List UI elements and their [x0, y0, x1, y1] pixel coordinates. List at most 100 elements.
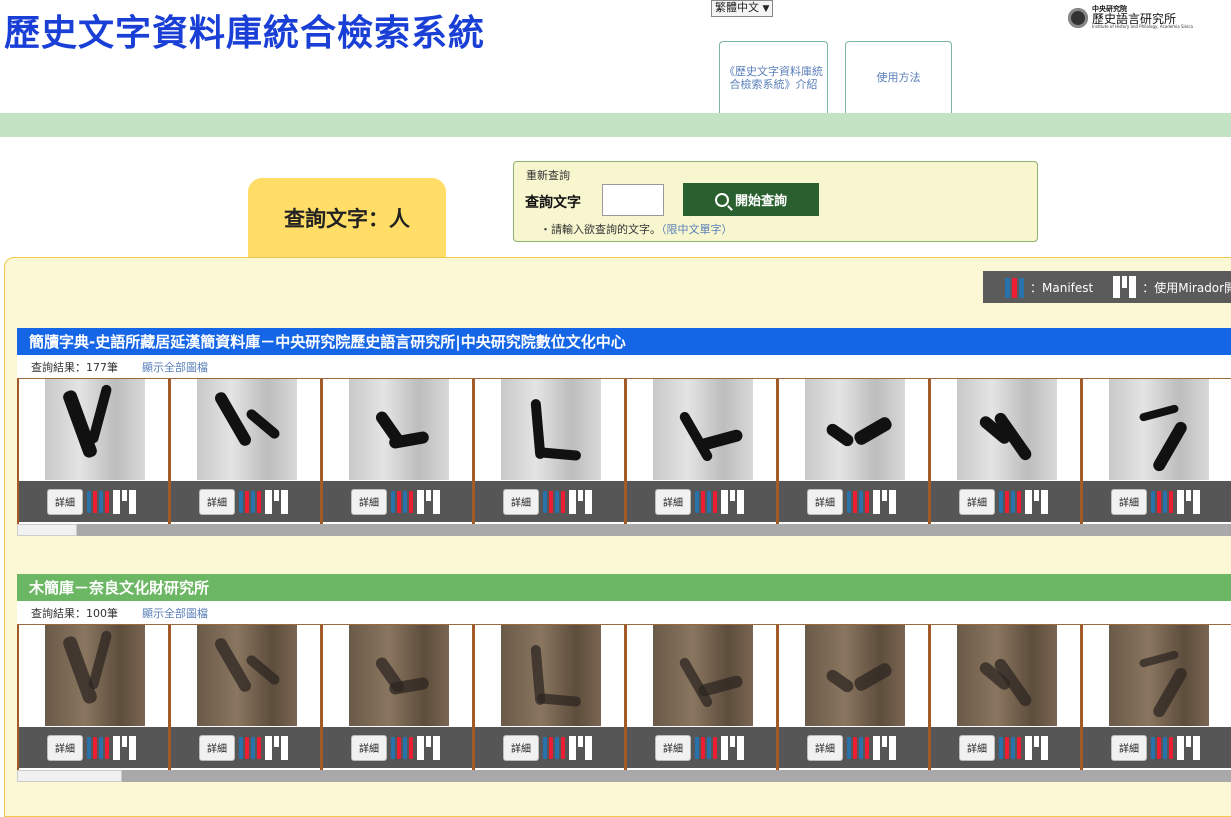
iiif-manifest-icon[interactable] [999, 736, 1021, 759]
show-all-images-link[interactable]: 顯示全部圖檔 [142, 359, 208, 375]
thumbnail-row[interactable]: 詳細 詳細 詳細 詳細 詳細 詳細 詳細 詳細 [17, 624, 1231, 770]
start-search-button[interactable]: 開始查詢 [683, 183, 819, 216]
result-thumbnail[interactable]: 詳細 [17, 379, 169, 524]
query-character-input[interactable] [602, 184, 664, 216]
detail-button[interactable]: 詳細 [807, 488, 843, 515]
result-thumbnail[interactable]: 詳細 [473, 379, 625, 524]
character-image[interactable] [653, 379, 753, 480]
result-thumbnail[interactable]: 詳細 [929, 625, 1081, 770]
result-thumbnail[interactable]: 詳細 [17, 625, 169, 770]
mirador-icon[interactable] [873, 489, 896, 514]
detail-button[interactable]: 詳細 [655, 488, 691, 515]
detail-button[interactable]: 詳細 [1111, 734, 1147, 761]
iiif-manifest-icon[interactable] [239, 490, 261, 513]
iiif-manifest-icon[interactable] [999, 490, 1021, 513]
mirador-icon[interactable] [1025, 735, 1048, 760]
character-image[interactable] [653, 625, 753, 726]
mirador-icon[interactable] [265, 489, 288, 514]
detail-button[interactable]: 詳細 [47, 488, 83, 515]
mirador-icon[interactable] [569, 735, 592, 760]
mirador-icon[interactable] [569, 489, 592, 514]
detail-button[interactable]: 詳細 [1111, 488, 1147, 515]
character-image[interactable] [349, 625, 449, 726]
result-thumbnail[interactable]: 詳細 [321, 379, 473, 524]
mirador-icon[interactable] [417, 735, 440, 760]
mirador-icon[interactable] [721, 735, 744, 760]
iiif-manifest-icon[interactable] [391, 736, 413, 759]
iiif-manifest-icon[interactable] [847, 736, 869, 759]
iiif-manifest-icon[interactable] [391, 490, 413, 513]
result-thumbnail[interactable]: 詳細 [321, 625, 473, 770]
detail-button[interactable]: 詳細 [351, 734, 387, 761]
ink-stroke [212, 636, 254, 694]
iiif-manifest-icon[interactable] [1151, 490, 1173, 513]
result-thumbnail[interactable]: 詳細 [169, 625, 321, 770]
horizontal-scrollbar[interactable] [17, 770, 1231, 782]
nav-tab-introduction[interactable]: 《歷史文字資料庫統合檢索系統》介紹 [719, 41, 828, 113]
character-image[interactable] [45, 625, 145, 726]
result-thumbnail[interactable]: 詳細 [169, 379, 321, 524]
iiif-manifest-icon[interactable] [1151, 736, 1173, 759]
show-all-images-link[interactable]: 顯示全部圖檔 [142, 605, 208, 621]
detail-button[interactable]: 詳細 [351, 488, 387, 515]
scrollbar-thumb[interactable] [17, 770, 122, 782]
iiif-manifest-icon[interactable] [543, 736, 565, 759]
character-image[interactable] [197, 379, 297, 480]
thumbnail-row[interactable]: 詳細 詳細 詳細 詳細 詳細 詳細 詳細 詳細 [17, 378, 1231, 524]
mirador-icon[interactable] [417, 489, 440, 514]
language-select[interactable]: 繁體中文 ▼ [711, 0, 774, 17]
iiif-manifest-icon[interactable] [695, 736, 717, 759]
result-thumbnail[interactable]: 詳細 [473, 625, 625, 770]
iiif-manifest-icon[interactable] [239, 736, 261, 759]
character-image[interactable] [197, 625, 297, 726]
result-thumbnail[interactable]: 詳細 [1081, 379, 1231, 524]
character-image[interactable] [805, 625, 905, 726]
result-thumbnail[interactable]: 詳細 [929, 379, 1081, 524]
mirador-icon[interactable] [113, 735, 136, 760]
result-thumbnail[interactable]: 詳細 [625, 379, 777, 524]
ink-stroke [852, 660, 894, 694]
character-image[interactable] [1109, 625, 1209, 726]
result-thumbnail[interactable]: 詳細 [625, 625, 777, 770]
nav-tab-usage[interactable]: 使用方法 [845, 41, 952, 113]
character-image[interactable] [501, 379, 601, 480]
mirador-icon[interactable] [1177, 735, 1200, 760]
mirador-icon [1113, 276, 1137, 298]
scrollbar-thumb[interactable] [17, 524, 77, 536]
iiif-manifest-icon[interactable] [87, 736, 109, 759]
iiif-manifest-icon[interactable] [87, 490, 109, 513]
character-image[interactable] [1109, 379, 1209, 480]
mirador-icon[interactable] [873, 735, 896, 760]
character-image[interactable] [957, 379, 1057, 480]
detail-button[interactable]: 詳細 [199, 488, 235, 515]
character-image[interactable] [957, 625, 1057, 726]
detail-button[interactable]: 詳細 [47, 734, 83, 761]
iiif-manifest-icon[interactable] [847, 490, 869, 513]
detail-button[interactable]: 詳細 [959, 488, 995, 515]
detail-button[interactable]: 詳細 [807, 734, 843, 761]
detail-button[interactable]: 詳細 [503, 488, 539, 515]
detail-button[interactable]: 詳細 [959, 734, 995, 761]
detail-button[interactable]: 詳細 [199, 734, 235, 761]
character-image[interactable] [501, 625, 601, 726]
character-image[interactable] [45, 379, 145, 480]
mirador-icon[interactable] [113, 489, 136, 514]
legend-manifest-label: ：Manifest [1030, 280, 1094, 295]
horizontal-scrollbar[interactable] [17, 524, 1231, 536]
result-thumbnail[interactable]: 詳細 [1081, 625, 1231, 770]
institute-logo[interactable]: 中央研究院 歷史語言研究所 Institute of History and P… [1068, 6, 1193, 29]
ink-stroke [536, 447, 582, 461]
result-thumbnail[interactable]: 詳細 [777, 379, 929, 524]
result-thumbnail[interactable]: 詳細 [777, 625, 929, 770]
mirador-icon[interactable] [1177, 489, 1200, 514]
mirador-icon[interactable] [265, 735, 288, 760]
mirador-icon[interactable] [1025, 489, 1048, 514]
iiif-manifest-icon[interactable] [695, 490, 717, 513]
mirador-icon[interactable] [721, 489, 744, 514]
seal-icon [1068, 7, 1088, 28]
iiif-manifest-icon[interactable] [543, 490, 565, 513]
detail-button[interactable]: 詳細 [503, 734, 539, 761]
character-image[interactable] [349, 379, 449, 480]
character-image[interactable] [805, 379, 905, 480]
detail-button[interactable]: 詳細 [655, 734, 691, 761]
